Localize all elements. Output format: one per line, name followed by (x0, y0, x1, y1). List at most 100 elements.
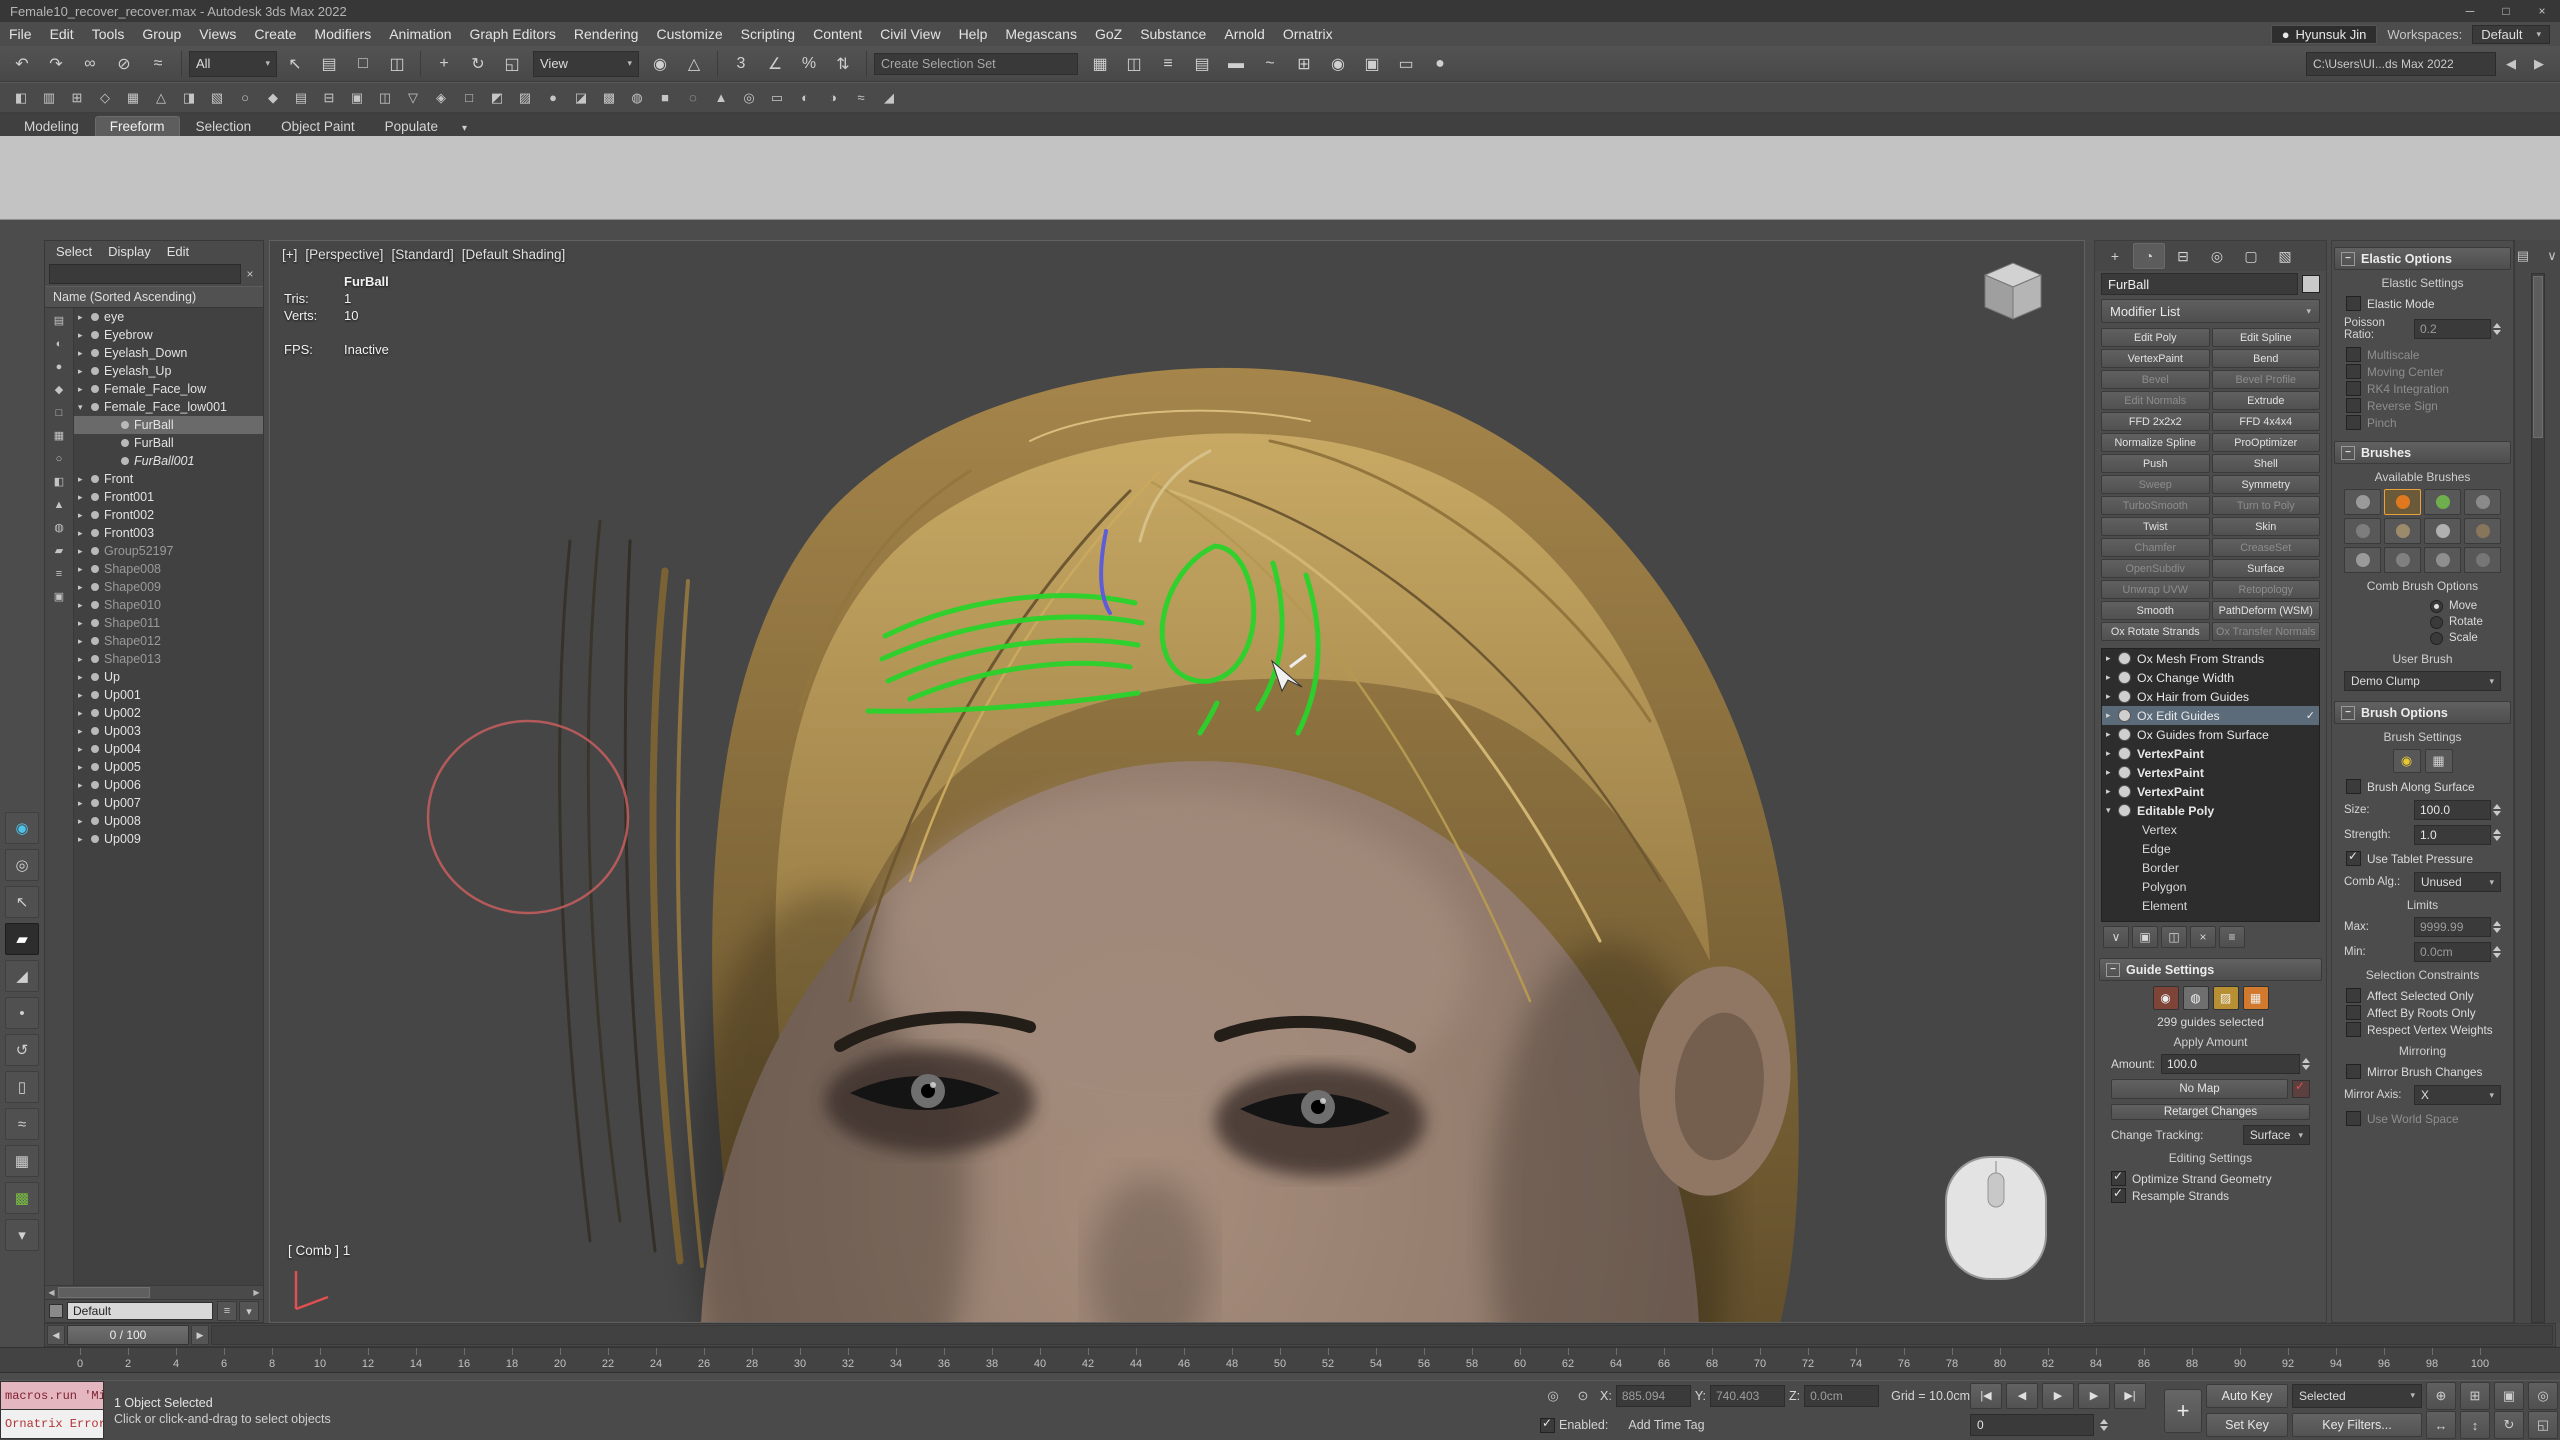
mirror-brush-changes-row[interactable]: Mirror Brush Changes (2338, 1063, 2507, 1080)
expand-icon[interactable]: ▸ (78, 474, 90, 485)
menu-item[interactable]: Substance (1131, 26, 1215, 42)
scrollbar-thumb[interactable] (58, 1287, 150, 1298)
modifier-set-button[interactable]: PathDeform (WSM) (2212, 601, 2321, 620)
modifier-set-button[interactable]: Skin (2212, 517, 2321, 536)
time-slider-track[interactable] (211, 1325, 2553, 1345)
object-name-field[interactable]: FurBall (2101, 273, 2298, 295)
toolbar2-icon[interactable]: ◐ (792, 85, 818, 111)
toolbar2-icon[interactable]: ■ (652, 85, 678, 111)
toolbar2-icon[interactable]: ◑ (820, 85, 846, 111)
maxscript-mini-listener[interactable]: macros.run 'Mi (0, 1381, 104, 1410)
menu-item[interactable]: Tools (83, 26, 134, 42)
soft-falloff-icon[interactable]: ◉ (2393, 749, 2421, 773)
toolbar2-icon[interactable]: ◢ (876, 85, 902, 111)
expand-icon[interactable]: ▸ (78, 672, 90, 683)
delete-tool-icon[interactable]: ▯ (5, 1071, 39, 1103)
grid-falloff-icon[interactable]: ▦ (2425, 749, 2453, 773)
brush-preset-icon[interactable] (2424, 489, 2461, 515)
percent-snap-icon[interactable]: % (793, 48, 825, 80)
toolbar2-icon[interactable]: ◩ (484, 85, 510, 111)
modifier-set-button[interactable]: Smooth (2101, 601, 2210, 620)
expand-icon[interactable]: ▸ (78, 528, 90, 539)
expand-icon[interactable]: ▸ (78, 366, 90, 377)
schematic-view-icon[interactable]: ⊞ (1288, 48, 1320, 80)
select-and-rotate-icon[interactable]: ↻ (462, 48, 494, 80)
checkbox[interactable] (2346, 988, 2361, 1003)
menu-item[interactable]: Content (804, 26, 871, 42)
brush-size-field[interactable]: 100.0 (2414, 800, 2491, 820)
stack-expand-icon[interactable]: ▸ (2106, 672, 2118, 683)
undo-icon[interactable]: ↶ (6, 48, 38, 80)
modifier-stack-item[interactable]: ▸ Ox Edit Guides ✓ (2102, 706, 2319, 725)
modifier-set-button[interactable]: Bevel (2101, 370, 2210, 389)
frame-spinner[interactable] (2100, 1419, 2108, 1431)
map-enable-toggle[interactable] (2292, 1080, 2310, 1098)
modifier-set-button[interactable]: FFD 2x2x2 (2101, 412, 2210, 431)
panel-scrollbar[interactable] (2531, 273, 2545, 1323)
rollout-guide-settings[interactable]: − Guide Settings (2099, 958, 2322, 981)
scene-object-row[interactable]: ▸ Up009 (74, 830, 263, 848)
brush-preset-icon[interactable] (2464, 489, 2501, 515)
modifier-set-button[interactable]: Normalize Spline (2101, 433, 2210, 452)
toolbar2-icon[interactable]: ▥ (36, 85, 62, 111)
expand-icon[interactable]: ▸ (78, 636, 90, 647)
explorer-filter-icon[interactable]: ≡ (49, 565, 69, 582)
modifier-visibility-icon[interactable] (2118, 785, 2131, 798)
modifier-visibility-icon[interactable] (2118, 690, 2131, 703)
explorer-sort-header[interactable]: Name (Sorted Ascending) (45, 286, 263, 308)
checkbox-row[interactable]: Resample Strands (2103, 1187, 2318, 1204)
time-slider[interactable]: ◀ 0 / 100 ▶ (44, 1323, 2556, 1347)
expand-icon[interactable]: ▾ (78, 402, 90, 413)
checkbox-row[interactable]: Moving Center (2338, 363, 2507, 380)
configure-modifier-sets-icon[interactable]: ≡ (2219, 926, 2245, 948)
scene-object-row[interactable]: ▸ Up (74, 668, 263, 686)
guide-tool-icon[interactable]: ◍ (2183, 986, 2209, 1010)
toolbar2-icon[interactable]: ◨ (176, 85, 202, 111)
checkbox[interactable] (2346, 851, 2361, 866)
ornatrix-logo-icon[interactable]: ◉ (5, 812, 39, 844)
menu-item[interactable]: File (0, 26, 41, 42)
utilities-tab-icon[interactable]: ▧ (2269, 243, 2301, 269)
radio-button[interactable] (2430, 600, 2443, 613)
layer-options-icon[interactable]: ▾ (239, 1301, 259, 1321)
stack-expand-icon[interactable]: ▸ (2106, 786, 2118, 797)
modifier-stack-item[interactable]: ▸ Ox Mesh From Strands (2102, 649, 2319, 668)
select-and-manipulate-icon[interactable]: △ (678, 48, 710, 80)
modifier-set-button[interactable]: Chamfer (2101, 538, 2210, 557)
scene-object-row[interactable]: ▸ Front001 (74, 488, 263, 506)
explorer-filter-icon[interactable]: ▣ (49, 588, 69, 605)
stack-expand-icon[interactable]: ▸ (2106, 748, 2118, 759)
snaps-toggle-icon[interactable]: 3 (725, 48, 757, 80)
menu-item[interactable]: Edit (41, 26, 83, 42)
checkbox-row[interactable]: Reverse Sign (2338, 397, 2507, 414)
maxscript-listener-line[interactable]: Ornatrix Error: / (0, 1410, 104, 1439)
layer-color-swatch[interactable] (49, 1304, 63, 1318)
menu-item[interactable]: Animation (380, 26, 460, 42)
stack-expand-icon[interactable]: ▸ (2106, 653, 2118, 664)
modifier-set-button[interactable]: Twist (2101, 517, 2210, 536)
brush-preset-icon[interactable] (2384, 547, 2421, 573)
menu-item[interactable]: Arnold (1215, 26, 1273, 42)
amount-map-button[interactable]: No Map (2111, 1079, 2288, 1099)
maximize-button[interactable]: □ (2488, 4, 2524, 18)
modifier-set-button[interactable]: Shell (2212, 454, 2321, 473)
project-path-field[interactable]: C:\Users\UI...ds Max 2022 (2306, 52, 2496, 76)
comb-brush-icon[interactable]: ▰ (5, 923, 39, 955)
modifier-stack-item[interactable]: ▸ VertexPaint (2102, 744, 2319, 763)
user-account-button[interactable]: ● Hyunsuk Jin (2271, 25, 2378, 44)
modifier-visibility-icon[interactable] (2118, 709, 2131, 722)
modifier-set-button[interactable]: Bend (2212, 349, 2321, 368)
scrollbar-thumb[interactable] (2533, 276, 2543, 438)
scene-object-row[interactable]: ▸ Shape013 (74, 650, 263, 668)
scene-object-row[interactable]: ▸ Group52197 (74, 542, 263, 560)
modifier-visibility-icon[interactable] (2118, 652, 2131, 665)
brush-mode-radio[interactable]: Scale (2338, 630, 2507, 646)
named-selection-set-field[interactable]: Create Selection Set (874, 53, 1078, 75)
spinner-snap-icon[interactable]: ⇅ (827, 48, 859, 80)
checkbox[interactable] (2346, 1005, 2361, 1020)
select-and-link-icon[interactable]: ∞ (74, 48, 106, 80)
modifier-set-button[interactable]: Edit Poly (2101, 328, 2210, 347)
brush-preset-icon[interactable] (2344, 518, 2381, 544)
make-unique-icon[interactable]: ◫ (2161, 926, 2187, 948)
object-color-swatch[interactable] (2302, 275, 2320, 293)
